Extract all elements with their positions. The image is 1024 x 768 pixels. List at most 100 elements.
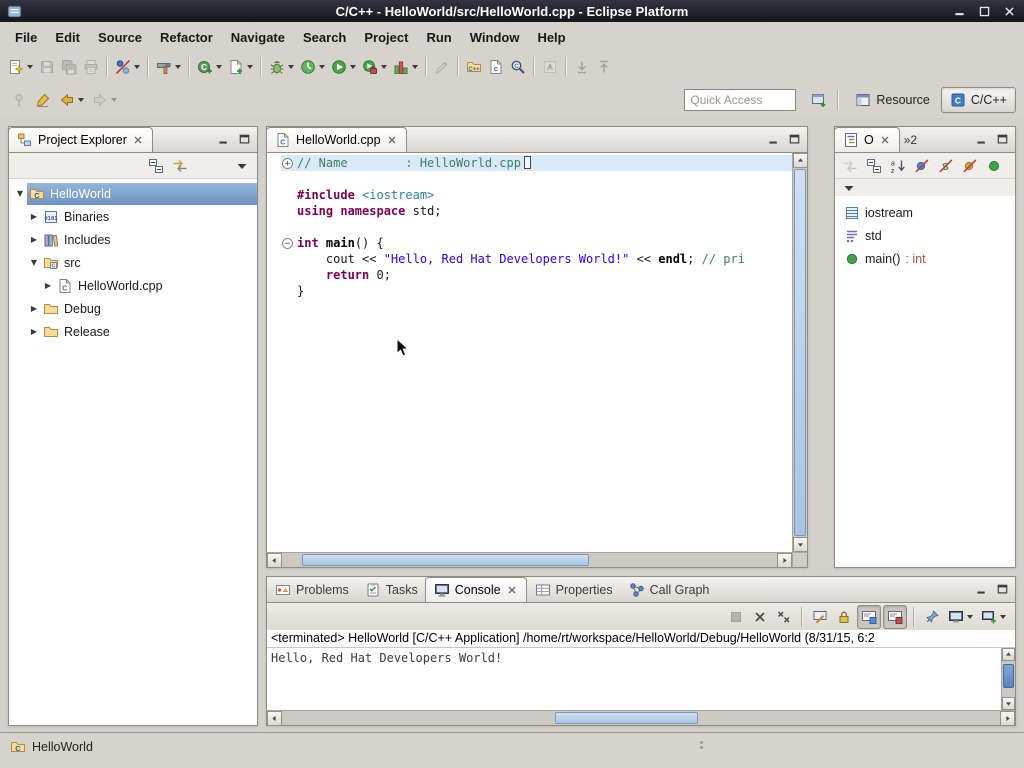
menu-project[interactable]: Project	[355, 26, 417, 49]
c-search-button[interactable]: C	[507, 55, 529, 79]
open-console-dropdown-arrow[interactable]	[1000, 615, 1006, 619]
collapse-all-button[interactable]	[145, 155, 167, 177]
tab-project-explorer[interactable]: Project Explorer	[8, 127, 153, 152]
scroll-down-button[interactable]	[1002, 697, 1015, 710]
menu-refactor[interactable]: Refactor	[151, 26, 222, 49]
show-stdout-button[interactable]	[857, 605, 881, 629]
link-with-editor-button[interactable]	[169, 155, 191, 177]
run-dropdown-arrow[interactable]	[350, 65, 356, 69]
minimize-view-button[interactable]	[213, 131, 233, 149]
scroll-lock-button[interactable]	[833, 605, 855, 629]
tree-item-debug[interactable]: ▶Debug	[9, 297, 257, 320]
new-wizard-dropdown-arrow[interactable]	[27, 65, 33, 69]
new-source-file-button[interactable]: c	[485, 55, 507, 79]
forward-dropdown-arrow[interactable]	[111, 98, 117, 102]
tree-item-includes[interactable]: ▶Includes	[9, 228, 257, 251]
hide-static-button[interactable]: S	[935, 155, 957, 177]
tree-collapse-arrow[interactable]: ▼	[27, 258, 41, 267]
tree-expand-arrow[interactable]: ▶	[41, 281, 55, 290]
maximize-view-button[interactable]	[992, 131, 1012, 149]
minimize-view-button[interactable]	[763, 131, 783, 149]
close-button[interactable]	[1000, 4, 1018, 19]
external-tools-button[interactable]	[359, 55, 390, 79]
scrollbar-thumb[interactable]	[302, 554, 589, 566]
scrollbar-track[interactable]	[282, 711, 1000, 725]
console-output[interactable]: Hello, Red Hat Developers World!	[267, 648, 1001, 710]
open-console-button[interactable]	[978, 605, 1009, 629]
perspective-cpp-button[interactable]: CC/C++	[941, 87, 1016, 113]
menu-help[interactable]: Help	[528, 26, 574, 49]
profile-dropdown-arrow[interactable]	[319, 65, 325, 69]
tree-collapse-arrow[interactable]: ▼	[13, 189, 27, 198]
close-icon[interactable]	[879, 134, 891, 146]
tree-item-src[interactable]: ▼Csrc	[9, 251, 257, 274]
editor-vertical-scrollbar[interactable]	[792, 153, 807, 552]
scroll-right-button[interactable]	[777, 553, 792, 567]
console-tab-properties[interactable]: Properties	[527, 577, 621, 602]
tree-item-helloworld-cpp[interactable]: ▶CHelloWorld.cpp	[9, 274, 257, 297]
scrollbar-thumb[interactable]	[1003, 664, 1014, 688]
remove-launch-button[interactable]	[749, 605, 771, 629]
maximize-button[interactable]	[975, 4, 993, 19]
fold-plus-icon[interactable]: +	[282, 158, 293, 169]
back-button[interactable]	[56, 88, 87, 112]
console-horizontal-scrollbar[interactable]	[267, 710, 1015, 725]
hide-fields-button[interactable]	[911, 155, 933, 177]
close-icon[interactable]	[132, 134, 144, 146]
console-tab-tasks[interactable]: Tasks	[357, 577, 426, 602]
debug-dropdown-arrow[interactable]	[288, 65, 294, 69]
tab-helloworld-cpp[interactable]: C HelloWorld.cpp	[266, 127, 407, 152]
display-console-button[interactable]	[945, 605, 976, 629]
coverage-button[interactable]	[390, 55, 421, 79]
view-menu-button[interactable]	[840, 180, 858, 195]
scroll-left-button[interactable]	[267, 711, 282, 726]
build-all-dropdown-arrow[interactable]	[175, 65, 181, 69]
tree-expand-arrow[interactable]: ▶	[27, 327, 41, 336]
window-menu-icon[interactable]	[6, 3, 22, 19]
scrollbar-thumb[interactable]	[794, 169, 806, 536]
public-filter-button[interactable]	[983, 155, 1005, 177]
sort-az-button[interactable]: az	[887, 155, 909, 177]
maximize-view-button[interactable]	[784, 131, 804, 149]
remove-all-button[interactable]	[773, 605, 795, 629]
menu-source[interactable]: Source	[89, 26, 151, 49]
tab-outline[interactable]: O	[834, 127, 900, 152]
minimize-view-button[interactable]	[971, 131, 991, 149]
code-editor[interactable]: +// Name : HelloWorld.cpp#include <iostr…	[267, 153, 807, 567]
scroll-up-button[interactable]	[793, 153, 807, 168]
close-icon[interactable]	[506, 584, 518, 596]
close-icon[interactable]	[386, 134, 398, 146]
hide-nonpublic-button[interactable]	[959, 155, 981, 177]
scrollbar-track[interactable]	[793, 168, 807, 537]
tree-item-helloworld[interactable]: ▼CHelloWorld	[9, 182, 257, 205]
menu-edit[interactable]: Edit	[46, 26, 89, 49]
debug-button[interactable]	[266, 55, 297, 79]
minimize-button[interactable]	[950, 4, 968, 19]
menu-navigate[interactable]: Navigate	[222, 26, 294, 49]
fold-minus-icon[interactable]: −	[282, 238, 293, 249]
editor-outline-sash[interactable]	[808, 126, 834, 568]
tree-expand-arrow[interactable]: ▶	[27, 304, 41, 313]
build-all-button[interactable]	[153, 55, 184, 79]
console-tab-problems[interactable]: Problems	[267, 577, 357, 602]
maximize-view-button[interactable]	[992, 581, 1012, 599]
new-cpp-project-button[interactable]: C++	[463, 55, 485, 79]
perspective-resource-button[interactable]: Resource	[846, 87, 939, 113]
scrollbar-thumb[interactable]	[555, 712, 699, 724]
tree-expand-arrow[interactable]: ▶	[27, 235, 41, 244]
menu-file[interactable]: File	[6, 26, 46, 49]
run-button[interactable]	[328, 55, 359, 79]
show-stderr-button[interactable]	[883, 605, 907, 629]
quick-access-input[interactable]	[684, 89, 796, 111]
new-class-dropdown-arrow[interactable]	[216, 65, 222, 69]
scroll-down-button[interactable]	[793, 537, 807, 552]
view-menu-button[interactable]	[231, 155, 253, 177]
pin-console-button[interactable]	[921, 605, 943, 629]
skip-breakpoints-button[interactable]	[112, 55, 143, 79]
scrollbar-track[interactable]	[282, 553, 777, 567]
titlebar[interactable]: C/C++ - HelloWorld/src/HelloWorld.cpp - …	[0, 0, 1024, 22]
console-tab-console[interactable]: Console	[425, 577, 527, 602]
new-class-button[interactable]: C	[194, 55, 225, 79]
collapse-all-button[interactable]	[863, 155, 885, 177]
hidden-views-chevron[interactable]: »2	[900, 133, 921, 147]
